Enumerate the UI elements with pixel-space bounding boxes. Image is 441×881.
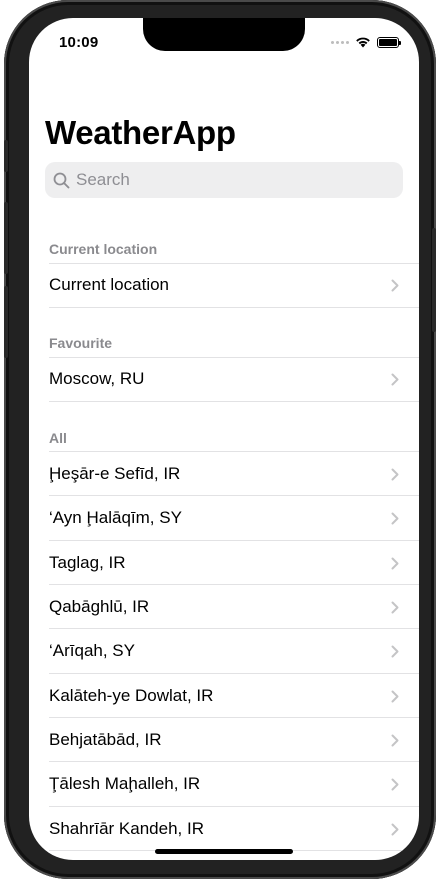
list-item-label: ‘Arīqah, SY (49, 641, 135, 660)
list-item-label: Taglag, IR (49, 553, 126, 572)
chevron-right-icon (391, 734, 399, 746)
section-header-favourite: Favourite (49, 335, 113, 351)
list-item-label: Shahrīār Kandeh, IR (49, 819, 204, 838)
list-item[interactable]: Ţālesh Maḩalleh, IR (29, 762, 419, 806)
section-header-all: All (49, 430, 67, 446)
battery-icon (377, 36, 401, 48)
page-title: WeatherApp (45, 114, 236, 151)
chevron-right-icon (391, 468, 399, 480)
list-item[interactable]: Qabāghlū, IR (29, 585, 419, 629)
volume-down-button (4, 286, 8, 358)
screen: 10:09 WeatherApp Search Current location… (29, 18, 419, 860)
list-item[interactable]: Taglag, IR (29, 541, 419, 585)
list-item[interactable]: Kalāteh-ye Dowlat, IR (29, 674, 419, 718)
side-button (432, 228, 436, 332)
chevron-right-icon (391, 823, 399, 835)
search-field[interactable]: Search (45, 162, 403, 198)
list-item-label: Behjatābād, IR (49, 730, 162, 749)
divider (49, 307, 419, 308)
list-item[interactable]: ‘Arīqah, SY (29, 629, 419, 673)
chevron-right-icon (391, 601, 399, 613)
list-item-label: Qabāghlū, IR (49, 597, 150, 616)
search-placeholder: Search (76, 170, 130, 189)
list-item[interactable]: ‘Ayn Ḩalāqīm, SY (29, 496, 419, 540)
list-item-label: Moscow, RU (49, 369, 145, 388)
chevron-right-icon (391, 512, 399, 524)
list-item[interactable]: Ḩeşār-e Sefīd, IR (29, 452, 419, 496)
notch (143, 18, 305, 51)
list-item-label: Kalāteh-ye Dowlat, IR (49, 686, 214, 705)
list-item[interactable]: Moscow, RU (29, 357, 419, 401)
volume-up-button (4, 202, 8, 274)
signal-icon (331, 40, 349, 44)
chevron-right-icon (391, 645, 399, 657)
chevron-right-icon (391, 690, 399, 702)
list-item-label: Ţālesh Maḩalleh, IR (49, 774, 201, 793)
list-item-label: Ḩeşār-e Sefīd, IR (49, 464, 181, 483)
chevron-right-icon (391, 778, 399, 790)
list-item-label: ‘Ayn Ḩalāqīm, SY (49, 508, 182, 527)
list-item[interactable]: Shahrīār Kandeh, IR (29, 807, 419, 851)
silent-switch (4, 140, 8, 172)
list-item-label: Current location (49, 275, 170, 294)
status-icons (331, 36, 401, 48)
search-icon (53, 172, 70, 188)
chevron-right-icon (391, 279, 399, 291)
list-item[interactable]: Current location (29, 263, 419, 307)
status-time: 10:09 (59, 34, 99, 51)
chevron-right-icon (391, 557, 399, 569)
home-indicator[interactable] (155, 849, 293, 854)
wifi-icon (356, 37, 370, 48)
section-header-current: Current location (49, 241, 158, 257)
device-frame: 10:09 WeatherApp Search Current location… (4, 0, 436, 879)
divider (49, 401, 419, 402)
chevron-right-icon (391, 373, 399, 385)
list-item[interactable]: Behjatābād, IR (29, 718, 419, 762)
